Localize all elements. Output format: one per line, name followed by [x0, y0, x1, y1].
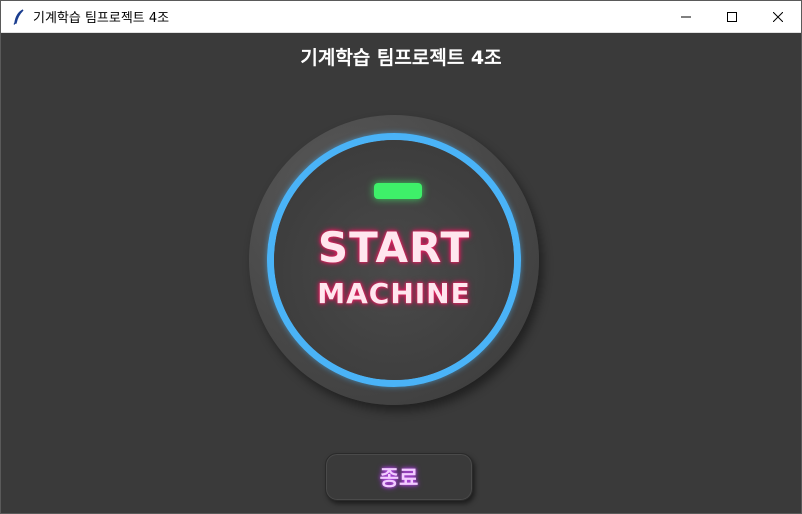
maximize-button[interactable] — [709, 1, 755, 32]
status-led — [374, 183, 422, 199]
minimize-icon — [681, 16, 691, 17]
close-button[interactable] — [755, 1, 801, 32]
exit-button-label: 종료 — [379, 466, 419, 490]
machine-label: MACHINE — [317, 277, 471, 310]
app-window: 기계학습 팀프로젝트 4조 기계학습 팀프로젝트 4조 START MACHIN… — [0, 0, 802, 514]
close-icon — [773, 11, 783, 22]
feather-icon — [11, 8, 27, 25]
start-label: START — [317, 223, 471, 272]
title-bar[interactable]: 기계학습 팀프로젝트 4조 — [1, 1, 801, 33]
minimize-button[interactable] — [663, 1, 709, 32]
maximize-icon — [727, 11, 737, 22]
window-title: 기계학습 팀프로젝트 4조 — [33, 11, 170, 26]
start-machine-button[interactable]: START MACHINE — [249, 115, 541, 407]
page-title: 기계학습 팀프로젝트 4조 — [300, 47, 502, 69]
window-controls — [663, 1, 801, 32]
exit-button[interactable]: 종료 — [325, 453, 473, 501]
